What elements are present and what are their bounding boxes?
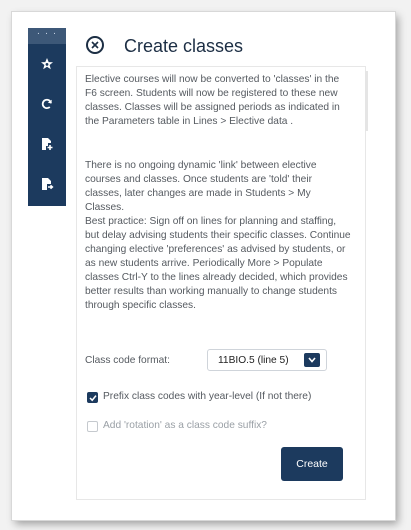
check-icon (88, 394, 97, 401)
link-paragraph: There is no ongoing dynamic 'link' betwe… (85, 160, 317, 213)
chevron-down-icon (304, 353, 320, 367)
class-code-label: Class code format: (85, 355, 170, 366)
dialog-title: Create classes (124, 36, 244, 56)
class-code-value: 11BIO.5 (line 5) (218, 354, 289, 366)
star-icon[interactable] (28, 50, 66, 78)
create-classes-dialog: Create classes Elective courses will now… (66, 28, 368, 500)
dialog-content: Elective courses will now be converted t… (76, 66, 368, 500)
best-practice-paragraph: Best practice: Sign off on lines for pla… (85, 216, 351, 311)
side-rail: · · · (28, 28, 66, 206)
close-icon (91, 41, 99, 49)
intro-paragraph: Elective courses will now be converted t… (85, 74, 340, 127)
close-button[interactable] (86, 36, 104, 54)
rotation-checkbox[interactable] (87, 421, 98, 432)
class-code-select[interactable]: 11BIO.5 (line 5) (207, 349, 327, 371)
prefix-checkbox-label[interactable]: Prefix class codes with year-level (If n… (103, 391, 311, 402)
scrollbar[interactable] (365, 71, 368, 131)
export-document-icon[interactable] (28, 170, 66, 198)
rail-handle[interactable]: · · · (28, 28, 66, 44)
create-button[interactable]: Create (281, 447, 343, 481)
dialog-header: Create classes (66, 28, 368, 64)
add-document-icon[interactable] (28, 130, 66, 158)
prefix-checkbox[interactable] (87, 392, 98, 403)
rotation-checkbox-label[interactable]: Add 'rotation' as a class code suffix? (103, 420, 267, 431)
refresh-icon[interactable] (28, 90, 66, 118)
